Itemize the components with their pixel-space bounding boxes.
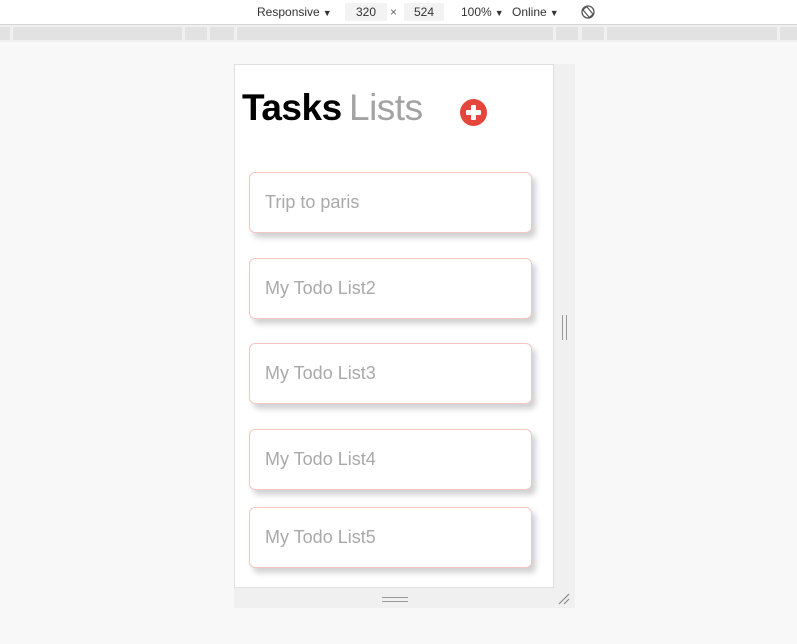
- ruler-segment[interactable]: [582, 27, 604, 40]
- chevron-down-icon: ▼: [322, 8, 332, 18]
- list-item[interactable]: My Todo List3: [249, 343, 532, 404]
- list-item[interactable]: My Todo List2: [249, 258, 532, 319]
- ruler-segment[interactable]: [0, 27, 10, 40]
- zoom-select-label: 100%: [461, 5, 492, 19]
- device-select[interactable]: Responsive ▼: [257, 4, 332, 20]
- zoom-select[interactable]: 100% ▼: [461, 4, 504, 20]
- device-toolbar: Responsive▼ × 100%▼ Online▼: [0, 0, 797, 25]
- chevron-down-icon: ▼: [549, 8, 559, 18]
- ruler-segment[interactable]: [607, 27, 777, 40]
- height-resize-handle[interactable]: [382, 597, 408, 603]
- list-item-label: My Todo List2: [265, 278, 376, 298]
- ruler-segment[interactable]: [237, 27, 553, 40]
- device-select-label: Responsive: [257, 5, 320, 19]
- width-input[interactable]: [345, 3, 387, 21]
- list-item[interactable]: My Todo List4: [249, 429, 532, 490]
- ruler-segment[interactable]: [780, 27, 797, 40]
- height-input[interactable]: [404, 3, 444, 21]
- list-item-label: My Todo List5: [265, 527, 376, 547]
- tab-tasks[interactable]: Tasks: [242, 87, 342, 129]
- list-item[interactable]: Trip to paris: [249, 172, 532, 233]
- list-item-label: My Todo List4: [265, 449, 376, 469]
- plus-circle-icon[interactable]: [460, 99, 487, 126]
- ruler-segment[interactable]: [210, 27, 234, 40]
- list-item-label: My Todo List3: [265, 363, 376, 383]
- media-query-ruler: [0, 25, 797, 42]
- throttle-select-label: Online: [512, 5, 547, 19]
- ruler-segment[interactable]: [556, 27, 578, 40]
- list-item-label: Trip to paris: [265, 192, 360, 212]
- rotate-icon[interactable]: [580, 4, 596, 20]
- dimension-separator: ×: [390, 5, 398, 19]
- chevron-down-icon: ▼: [494, 8, 504, 18]
- ruler-segment[interactable]: [13, 27, 182, 40]
- width-resize-handle[interactable]: [562, 315, 568, 340]
- device-viewport: Tasks Lists Trip to paris My Todo List2 …: [234, 64, 554, 588]
- tab-lists[interactable]: Lists: [349, 87, 423, 129]
- ruler-segment[interactable]: [185, 27, 207, 40]
- throttle-select[interactable]: Online ▼: [512, 4, 559, 20]
- list-item[interactable]: My Todo List5: [249, 507, 532, 568]
- resize-handle-icon[interactable]: [557, 592, 571, 606]
